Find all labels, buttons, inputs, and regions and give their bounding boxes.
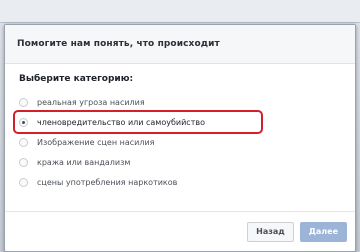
option-label: членовредительство или самоубийство xyxy=(37,117,205,127)
radio-button[interactable] xyxy=(19,97,28,107)
category-option[interactable]: кража или вандализм xyxy=(19,152,341,172)
category-prompt: Выберите категорию: xyxy=(19,74,134,84)
category-option[interactable]: Изображение сцен насилия xyxy=(19,132,341,152)
radio-button[interactable] xyxy=(19,177,28,187)
dialog-title: Помогите нам понять, что происходит xyxy=(17,39,220,49)
option-label: реальная угроза насилия xyxy=(37,97,145,107)
report-dialog: Помогите нам понять, что происходит Выбе… xyxy=(4,24,356,252)
option-label: сцены употребления наркотиков xyxy=(37,177,178,187)
back-button[interactable]: Назад xyxy=(247,221,294,242)
dialog-footer: Назад Далее xyxy=(5,211,355,251)
category-option-selected[interactable]: членовредительство или самоубийство xyxy=(13,110,263,134)
category-options: реальная угроза насилия членовредительст… xyxy=(13,92,341,192)
category-option[interactable]: сцены употребления наркотиков xyxy=(19,172,341,192)
option-label: кража или вандализм xyxy=(37,157,131,167)
radio-button[interactable] xyxy=(19,157,28,167)
option-label: Изображение сцен насилия xyxy=(37,137,155,147)
dialog-header: Помогите нам понять, что происходит xyxy=(5,25,355,64)
background-page-strip xyxy=(0,0,360,23)
radio-button[interactable] xyxy=(19,137,28,147)
radio-button-checked[interactable] xyxy=(19,117,28,127)
next-button[interactable]: Далее xyxy=(299,221,347,242)
category-option[interactable]: реальная угроза насилия xyxy=(19,92,341,112)
dialog-body: Выберите категорию: реальная угроза наси… xyxy=(5,74,355,192)
